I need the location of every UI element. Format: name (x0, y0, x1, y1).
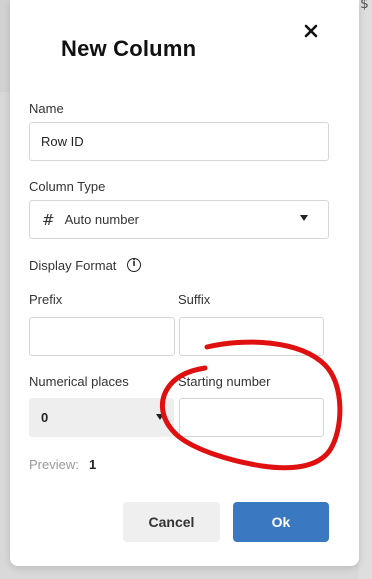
numerical-places-select[interactable]: 0 (29, 398, 174, 437)
name-input[interactable] (29, 122, 329, 161)
cancel-button[interactable]: Cancel (123, 502, 220, 542)
numerical-places-value: 0 (41, 410, 49, 425)
preview-value: 1 (89, 457, 97, 472)
prefix-input[interactable] (29, 317, 175, 356)
starting-number-input[interactable] (179, 398, 324, 437)
background-edge (358, 0, 372, 579)
background-icon: $ (360, 0, 369, 12)
new-column-dialog: New Column Name Column Type # Auto numbe… (10, 0, 359, 566)
numerical-places-label: Numerical places (29, 374, 129, 389)
starting-number-label: Starting number (178, 374, 271, 389)
dialog-title: New Column (61, 36, 197, 61)
name-label: Name (29, 101, 64, 116)
column-type-select[interactable]: # Auto number (29, 200, 329, 239)
hash-icon: # (42, 210, 55, 229)
suffix-label: Suffix (178, 292, 211, 307)
column-type-label: Column Type (29, 179, 106, 194)
close-icon (304, 24, 318, 38)
close-button[interactable] (298, 18, 324, 44)
display-format-label: Display Format (29, 258, 117, 273)
preview-label: Preview: (29, 457, 79, 472)
chevron-down-icon (300, 215, 308, 221)
ok-button[interactable]: Ok (233, 502, 329, 542)
chevron-down-icon (156, 414, 164, 420)
suffix-input[interactable] (179, 317, 324, 356)
info-icon[interactable]: i (127, 258, 141, 272)
prefix-label: Prefix (29, 292, 63, 307)
column-type-value: Auto number (64, 212, 140, 227)
